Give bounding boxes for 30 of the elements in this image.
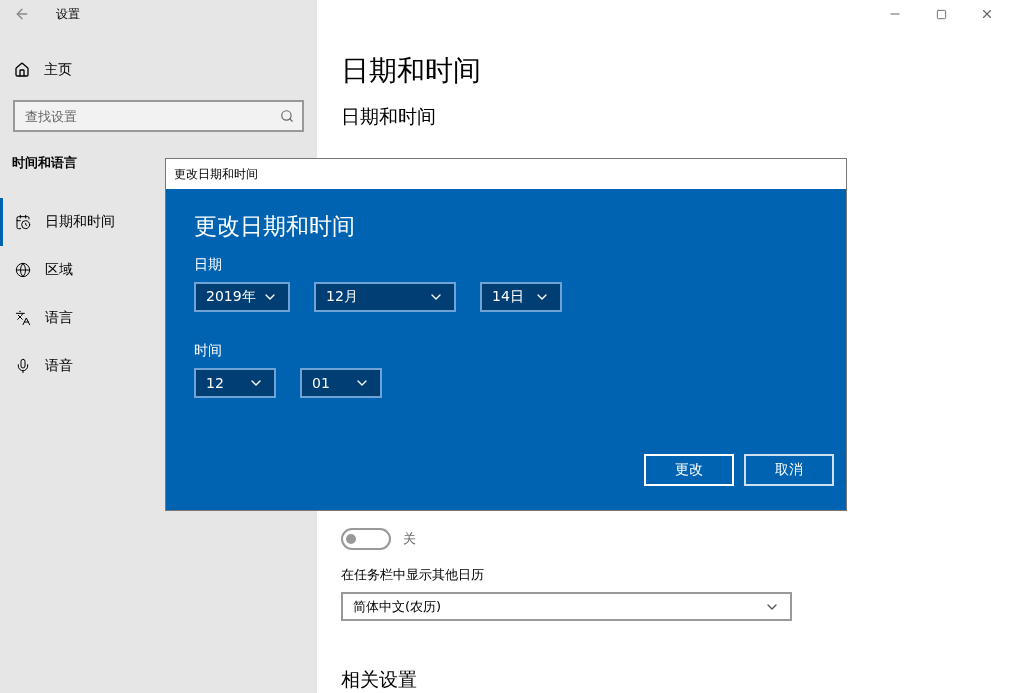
home-link[interactable]: 主页 [0,56,317,84]
date-label: 日期 [194,256,223,274]
section-title: 日期和时间 [341,104,437,129]
home-icon [14,62,30,78]
time-dropdown[interactable]: 12 [194,368,276,398]
cancel-button[interactable]: 取消 [744,454,834,486]
language-icon [15,310,31,326]
date-dropdown[interactable]: 12月 [314,282,456,312]
maximize-icon [935,8,947,20]
time-dropdown[interactable]: 01 [300,368,382,398]
search-icon [280,109,294,123]
date-dropdown[interactable]: 14日 [480,282,562,312]
close-icon [980,7,994,21]
page-title: 日期和时间 [341,53,482,89]
calendar-label: 在任务栏中显示其他日历 [341,566,485,584]
related-settings-heading: 相关设置 [341,667,418,692]
toggle-label: 关 [403,530,416,548]
microphone-icon [15,358,31,374]
dialog-title: 更改日期和时间 [174,165,258,183]
globe-icon [15,262,31,278]
calendar-dropdown[interactable]: 简体中文(农历) [341,592,792,621]
search-field[interactable]: 查找设置 [13,100,304,132]
toggle-switch[interactable] [341,528,391,550]
section-heading: 时间和语言 [11,154,78,172]
calendar-clock-icon [15,214,31,230]
date-dropdown[interactable]: 2019年 [194,282,290,312]
confirm-button[interactable]: 更改 [644,454,734,486]
time-label: 时间 [194,342,223,360]
back-icon[interactable] [14,6,30,22]
window-title: 设置 [56,5,80,23]
